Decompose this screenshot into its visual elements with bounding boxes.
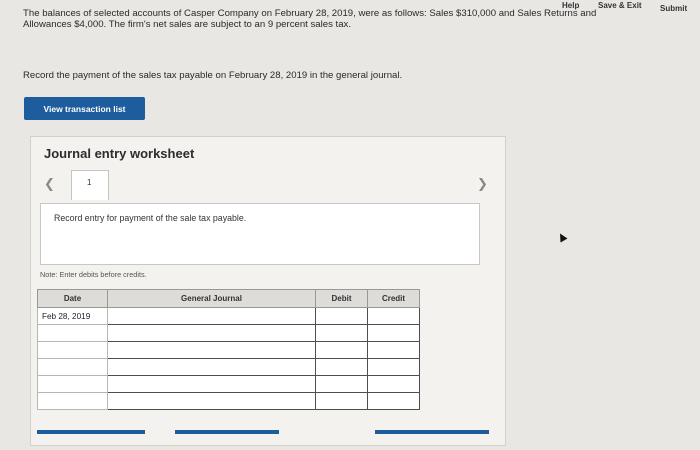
date-cell[interactable] [37,341,108,359]
view-general-journal-button[interactable] [375,430,489,434]
instruction-text: Record the payment of the sales tax paya… [23,70,403,81]
account-input[interactable] [107,392,316,410]
table-row [37,324,420,342]
problem-statement-line-2: Allowances $4,000. The firm's net sales … [23,19,352,30]
chevron-left-icon[interactable]: ❮ [44,176,55,192]
date-cell[interactable] [37,324,108,342]
credit-input[interactable] [367,358,420,376]
entry-prompt-box: Record entry for payment of the sale tax… [40,203,480,265]
debit-credit-note: Note: Enter debits before credits. [40,270,147,279]
debit-input[interactable] [315,307,368,325]
credit-input[interactable] [367,307,420,325]
date-cell[interactable] [37,358,108,376]
table-row [37,375,420,393]
problem-statement-line-1: The balances of selected accounts of Cas… [23,8,597,19]
date-cell[interactable] [37,375,108,393]
debit-input[interactable] [315,341,368,359]
table-row [37,358,420,376]
credit-input[interactable] [367,341,420,359]
table-header-row: Date General Journal Debit Credit [37,289,420,308]
date-cell[interactable] [37,392,108,410]
page-number: 1 [87,178,92,187]
clear-entry-button[interactable] [175,430,279,434]
account-input[interactable] [107,341,316,359]
account-input[interactable] [107,358,316,376]
table-row: Feb 28, 2019 [37,307,420,325]
problem-statement: The balances of selected accounts of Cas… [23,8,683,30]
debit-input[interactable] [315,324,368,342]
table-row [37,392,420,410]
column-header-date: Date [37,289,108,308]
debit-input[interactable] [315,375,368,393]
journal-table: Date General Journal Debit Credit Feb 28… [37,289,420,410]
mouse-cursor-icon [556,231,568,243]
table-row [37,341,420,359]
journal-entry-worksheet: Journal entry worksheet ❮ 1 ❯ Record ent… [30,136,506,446]
entry-prompt-text: Record entry for payment of the sale tax… [54,213,247,223]
date-cell[interactable]: Feb 28, 2019 [37,307,108,325]
view-transaction-list-button[interactable]: View transaction list [24,97,145,120]
page-tab-1[interactable]: 1 [71,170,109,200]
column-header-credit: Credit [367,289,420,308]
worksheet-title: Journal entry worksheet [44,146,195,161]
credit-input[interactable] [367,375,420,393]
column-header-debit: Debit [315,289,368,308]
column-header-general-journal: General Journal [107,289,316,308]
record-entry-button[interactable] [37,430,145,434]
debit-input[interactable] [315,358,368,376]
debit-input[interactable] [315,392,368,410]
account-input[interactable] [107,324,316,342]
account-input[interactable] [107,375,316,393]
chevron-right-icon[interactable]: ❯ [477,176,488,192]
credit-input[interactable] [367,392,420,410]
account-input[interactable] [107,307,316,325]
credit-input[interactable] [367,324,420,342]
